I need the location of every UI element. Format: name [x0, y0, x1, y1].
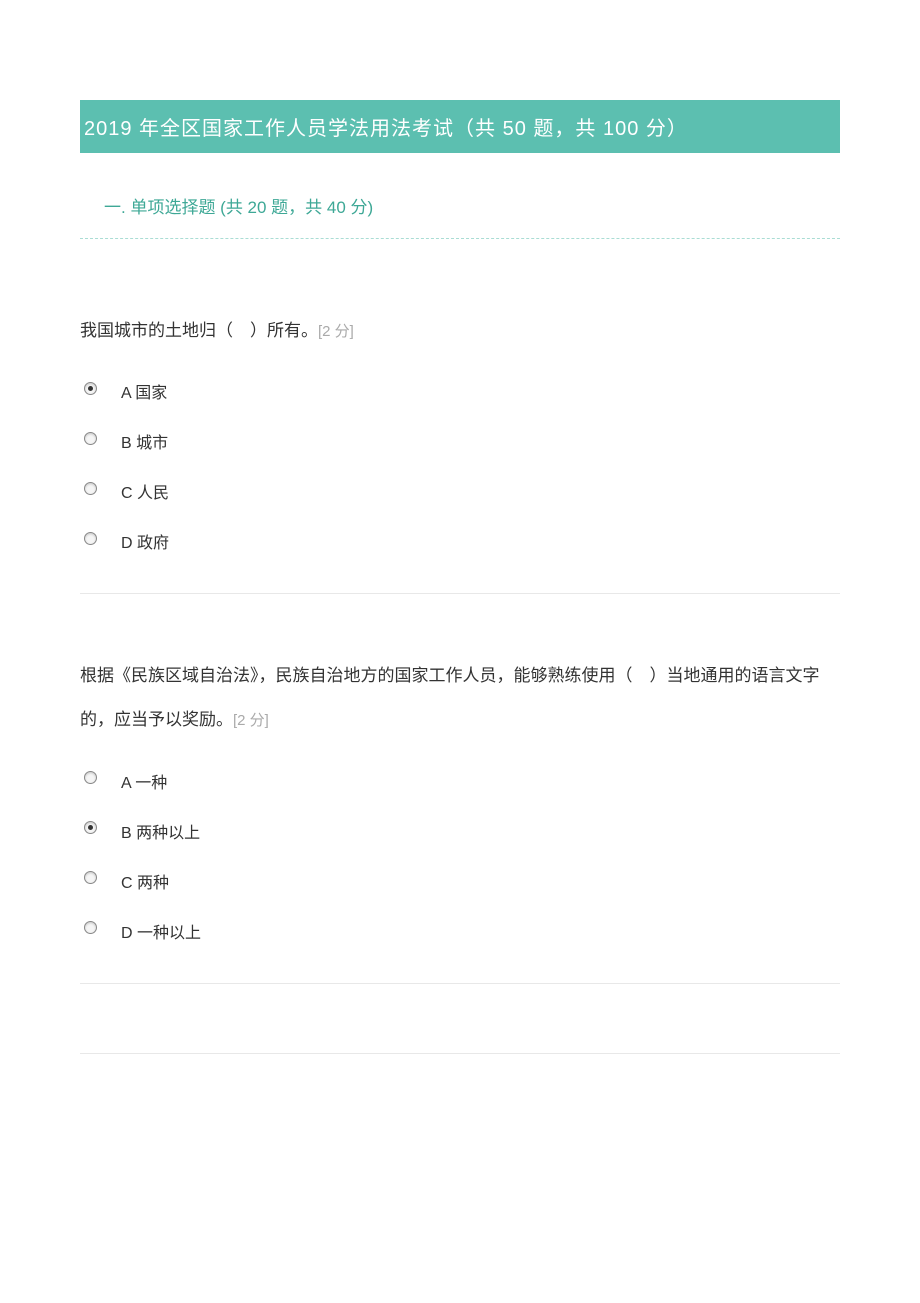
radio-icon[interactable]	[84, 921, 97, 934]
radio-icon[interactable]	[84, 821, 97, 834]
option-row[interactable]: A 一种	[80, 763, 840, 793]
radio-dot-icon	[88, 825, 93, 830]
radio-icon[interactable]	[84, 771, 97, 784]
radio-icon[interactable]	[84, 532, 97, 545]
question-stem: 根据《民族区域自治法》，民族自治地方的国家工作人员，能够熟练使用（ ）当地通用的…	[80, 666, 820, 729]
spacer-block	[80, 1024, 840, 1054]
option-row[interactable]: D 政府	[80, 523, 840, 553]
exam-title-bar: 2019 年全区国家工作人员学法用法考试（共 50 题，共 100 分）	[80, 100, 840, 153]
option-label: C 人民	[121, 473, 169, 503]
question-points: [2 分]	[233, 712, 269, 729]
question-block: 根据《民族区域自治法》，民族自治地方的国家工作人员，能够熟练使用（ ）当地通用的…	[80, 594, 840, 983]
radio-icon[interactable]	[84, 432, 97, 445]
question-block: 我国城市的土地归（ ）所有。[2 分] A 国家 B 城市 C 人民 D 政府	[80, 249, 840, 594]
option-row[interactable]: C 两种	[80, 863, 840, 893]
option-row[interactable]: A 国家	[80, 373, 840, 403]
exam-title: 2019 年全区国家工作人员学法用法考试（共 50 题，共 100 分）	[84, 118, 688, 140]
question-stem: 我国城市的土地归（ ）所有。	[80, 321, 318, 340]
option-label: A 一种	[121, 763, 167, 793]
question-text: 根据《民族区域自治法》，民族自治地方的国家工作人员，能够熟练使用（ ）当地通用的…	[80, 654, 840, 742]
section-title-text: 一. 单项选择题 (共 20 题，共 40 分)	[104, 198, 373, 217]
option-row[interactable]: C 人民	[80, 473, 840, 503]
option-label: C 两种	[121, 863, 169, 893]
option-row[interactable]: D 一种以上	[80, 913, 840, 943]
option-row[interactable]: B 城市	[80, 423, 840, 453]
questions-container: 我国城市的土地归（ ）所有。[2 分]A 国家B 城市C 人民D 政府根据《民族…	[80, 249, 840, 984]
radio-icon[interactable]	[84, 871, 97, 884]
option-label: D 一种以上	[121, 913, 201, 943]
option-label: D 政府	[121, 523, 169, 553]
question-text: 我国城市的土地归（ ）所有。[2 分]	[80, 309, 840, 353]
section-title: 一. 单项选择题 (共 20 题，共 40 分)	[80, 153, 840, 239]
radio-dot-icon	[88, 386, 93, 391]
question-points: [2 分]	[318, 323, 354, 340]
radio-icon[interactable]	[84, 482, 97, 495]
option-label: B 城市	[121, 423, 168, 453]
option-row[interactable]: B 两种以上	[80, 813, 840, 843]
option-label: B 两种以上	[121, 813, 200, 843]
radio-icon[interactable]	[84, 382, 97, 395]
option-label: A 国家	[121, 373, 167, 403]
